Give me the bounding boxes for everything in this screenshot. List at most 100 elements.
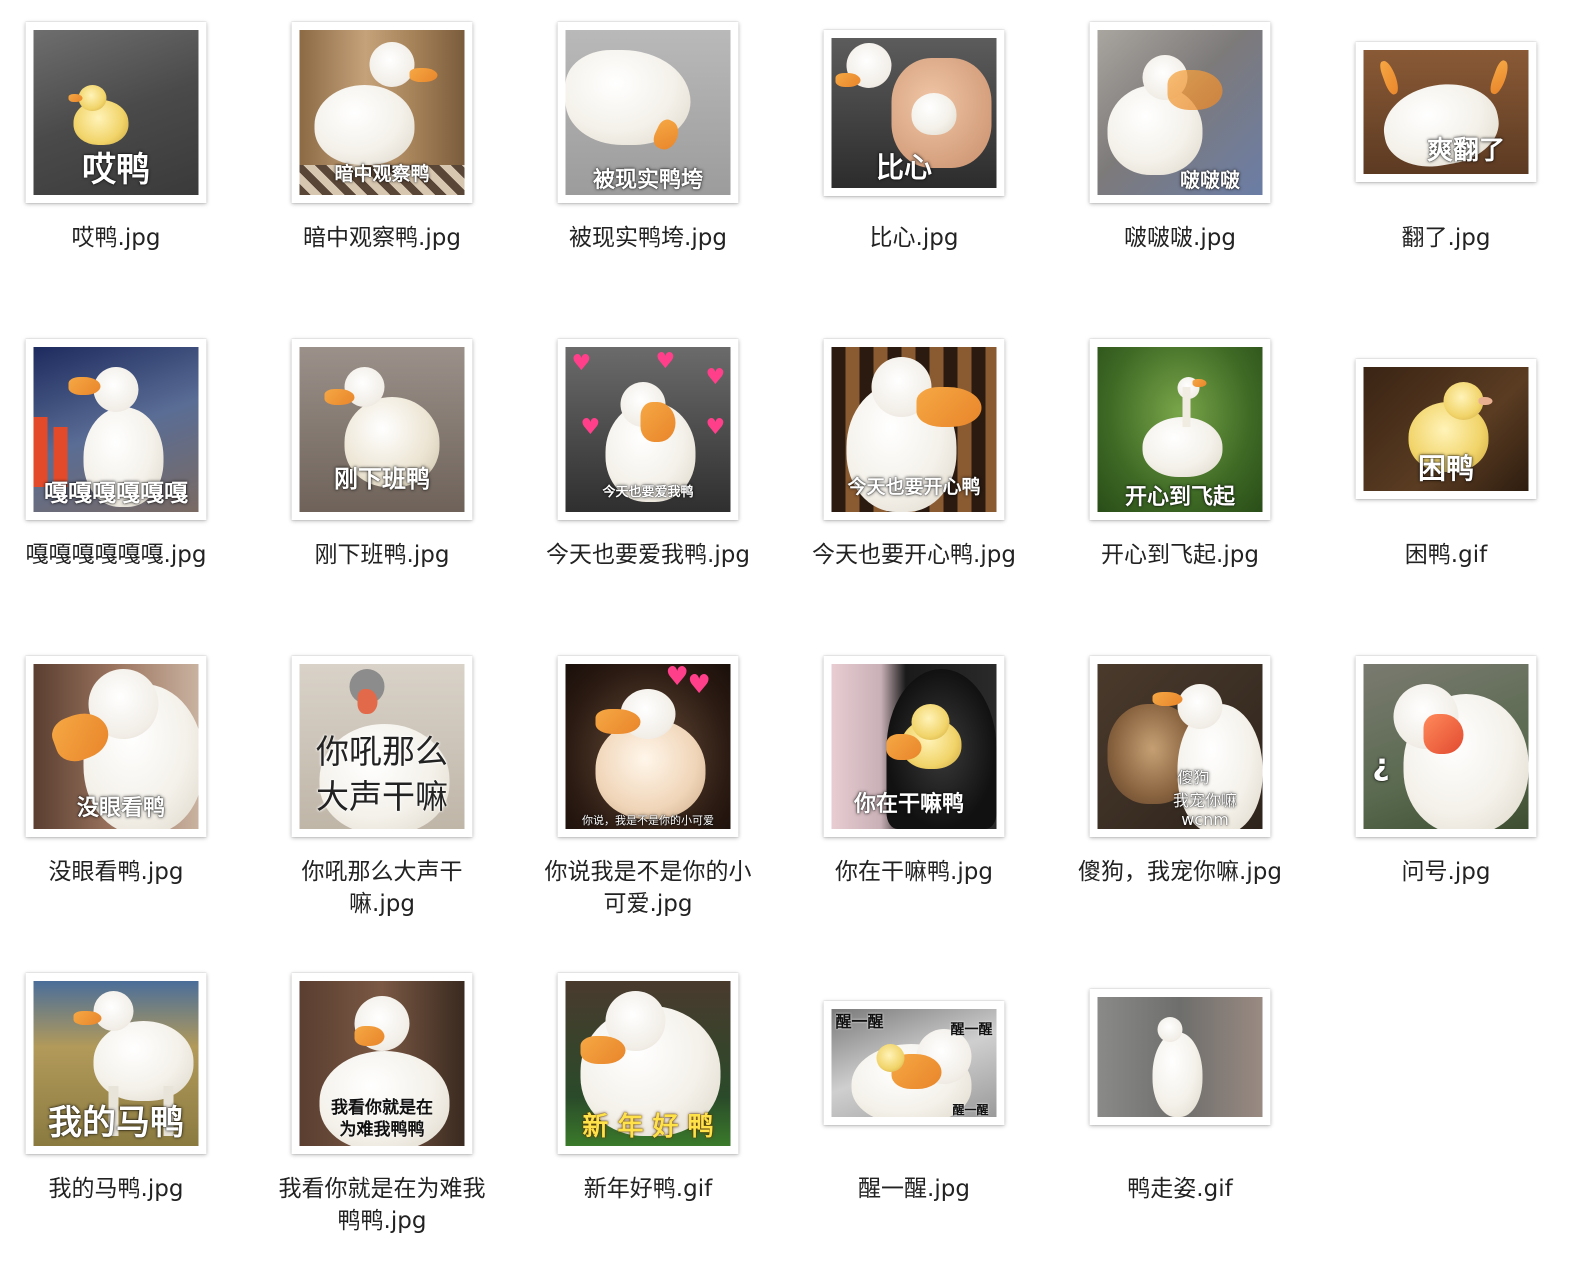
image-caption: 哎鸭	[82, 149, 150, 190]
file-thumbnail[interactable]: 开心到飞起	[1089, 339, 1271, 520]
file-name[interactable]: 我的马鸭.jpg	[0, 1173, 246, 1205]
image-caption: 你在干嘛鸭	[853, 791, 964, 817]
file-thumbnail[interactable]: ♥ ♥ ♥ ♥ ♥ 今天也要爱我鸭	[557, 339, 739, 520]
file-thumbnail[interactable]: 醒一醒 醒一醒 醒一醒	[823, 1001, 1005, 1125]
file-thumbnail[interactable]: 爽翻了	[1355, 42, 1537, 182]
file-item[interactable]: 新 年 好 鸭 新年好鸭.gif	[518, 965, 778, 1265]
image-caption: 比心	[875, 151, 932, 185]
file-thumbnail[interactable]: 今天也要开心鸭	[823, 339, 1005, 520]
file-item[interactable]: 嘎嘎嘎嘎嘎嘎 嘎嘎嘎嘎嘎嘎.jpg	[0, 331, 246, 631]
image-caption: 被现实鸭垮	[592, 167, 703, 193]
file-thumbnail[interactable]: 新 年 好 鸭	[557, 973, 739, 1154]
file-name[interactable]: 暗中观察鸭.jpg	[252, 222, 512, 254]
file-thumbnail[interactable]: 刚下班鸭	[291, 339, 473, 520]
file-item[interactable]: 困鸭 困鸭.gif	[1316, 331, 1576, 631]
file-name[interactable]: 问号.jpg	[1316, 856, 1576, 888]
file-item[interactable]: 你在干嘛鸭 你在干嘛鸭.jpg	[784, 648, 1044, 948]
file-thumbnail[interactable]: 你在干嘛鸭	[823, 656, 1005, 837]
file-thumbnail[interactable]: 哎鸭	[25, 22, 207, 203]
image-caption: 开心到飞起	[1124, 484, 1235, 510]
file-name[interactable]: 新年好鸭.gif	[518, 1173, 778, 1205]
file-item[interactable]: 鸭走姿.gif	[1050, 965, 1310, 1265]
image-caption: 今天也要爱我鸭	[602, 484, 694, 500]
file-thumbnail[interactable]: ¿	[1355, 656, 1537, 837]
file-thumbnail[interactable]: 我看你就是在 为难我鸭鸭	[291, 973, 473, 1154]
file-thumbnail[interactable]: 被现实鸭垮	[557, 22, 739, 203]
file-name[interactable]: 啵啵啵.jpg	[1050, 222, 1310, 254]
image-caption: 啵啵啵	[1180, 168, 1240, 192]
image-caption: ¿	[1372, 748, 1390, 783]
image-caption: 困鸭	[1417, 452, 1474, 486]
file-item[interactable]: ¿ 问号.jpg	[1316, 648, 1576, 948]
image-caption: 刚下班鸭	[334, 464, 430, 493]
file-name[interactable]: 今天也要开心鸭.jpg	[784, 539, 1044, 571]
file-thumbnail[interactable]: 比心	[823, 30, 1005, 196]
file-name[interactable]: 开心到飞起.jpg	[1050, 539, 1310, 571]
file-item[interactable]: 傻狗 我宠你嘛 wcnm 傻狗，我宠你嘛.jpg	[1050, 648, 1310, 948]
file-item[interactable]: 刚下班鸭 刚下班鸭.jpg	[252, 331, 512, 631]
file-thumbnail[interactable]: 你吼那么 大声干嘛	[291, 656, 473, 837]
file-name[interactable]: 翻了.jpg	[1316, 222, 1576, 254]
image-caption: 爽翻了	[1426, 136, 1505, 167]
file-name[interactable]: 刚下班鸭.jpg	[252, 539, 512, 571]
file-item[interactable]: 你吼那么 大声干嘛 你吼那么大声干 嘛.jpg	[252, 648, 512, 948]
file-item[interactable]: 啵啵啵 啵啵啵.jpg	[1050, 14, 1310, 314]
image-caption: 我看你就是在	[331, 1098, 433, 1118]
file-name[interactable]: 你吼那么大声干 嘛.jpg	[252, 856, 512, 920]
image-caption: 你吼那么	[316, 732, 448, 771]
file-item[interactable]: 我看你就是在 为难我鸭鸭 我看你就是在为难我 鸭鸭.jpg	[252, 965, 512, 1265]
file-item[interactable]: 开心到飞起 开心到飞起.jpg	[1050, 331, 1310, 631]
file-thumbnail[interactable]	[1089, 989, 1271, 1125]
file-name[interactable]: 嘎嘎嘎嘎嘎嘎.jpg	[0, 539, 246, 571]
file-item[interactable]: 今天也要开心鸭 今天也要开心鸭.jpg	[784, 331, 1044, 631]
file-item[interactable]: 哎鸭 哎鸭.jpg	[0, 14, 246, 314]
file-name[interactable]: 我看你就是在为难我 鸭鸭.jpg	[252, 1173, 512, 1237]
file-item[interactable]: 比心 比心.jpg	[784, 14, 1044, 314]
file-thumbnail[interactable]: 傻狗 我宠你嘛 wcnm	[1089, 656, 1271, 837]
file-grid: 哎鸭 哎鸭.jpg 暗中观察鸭 暗中观察鸭.jpg 被现实鸭垮 被现实鸭垮.jp…	[0, 0, 1592, 1269]
heart-icon: ♥	[665, 664, 689, 692]
image-caption: 今天也要开心鸭	[847, 476, 981, 499]
file-item[interactable]: 醒一醒 醒一醒 醒一醒 醒一醒.jpg	[784, 965, 1044, 1265]
image-caption: 嘎嘎嘎嘎嘎嘎	[44, 478, 188, 507]
heart-icon: ♥	[580, 415, 601, 440]
file-item[interactable]: 暗中观察鸭 暗中观察鸭.jpg	[252, 14, 512, 314]
heart-icon: ♥	[705, 415, 726, 440]
image-caption: 我宠你嘛	[1172, 791, 1237, 810]
heart-icon: ♥	[655, 349, 676, 374]
file-thumbnail[interactable]: 我的马鸭	[25, 973, 207, 1154]
file-name[interactable]: 鸭走姿.gif	[1050, 1173, 1310, 1205]
file-thumbnail[interactable]: ♥ ♥ 你说，我是不是你的小可爱	[557, 656, 739, 837]
file-thumbnail[interactable]: 没眼看鸭	[25, 656, 207, 837]
file-name[interactable]: 比心.jpg	[784, 222, 1044, 254]
image-caption: 我的马鸭	[48, 1102, 184, 1143]
heart-icon: ♥	[687, 670, 711, 700]
file-name[interactable]: 没眼看鸭.jpg	[0, 856, 246, 888]
file-name[interactable]: 今天也要爱我鸭.jpg	[518, 539, 778, 571]
file-name[interactable]: 傻狗，我宠你嘛.jpg	[1050, 856, 1310, 888]
file-name[interactable]: 哎鸭.jpg	[0, 222, 246, 254]
file-name[interactable]: 困鸭.gif	[1316, 539, 1576, 571]
file-thumbnail[interactable]: 嘎嘎嘎嘎嘎嘎	[25, 339, 207, 520]
file-thumbnail[interactable]: 啵啵啵	[1089, 22, 1271, 203]
file-item[interactable]: ♥ ♥ 你说，我是不是你的小可爱 你说我是不是你的小 可爱.jpg	[518, 648, 778, 948]
file-item[interactable]: ♥ ♥ ♥ ♥ ♥ 今天也要爱我鸭 今天也要爱我鸭.jpg	[518, 331, 778, 631]
image-caption: 没眼看鸭	[76, 795, 165, 821]
file-thumbnail[interactable]: 困鸭	[1355, 359, 1537, 499]
image-caption: 大声干嘛	[316, 777, 448, 816]
image-caption: 暗中观察鸭	[334, 163, 430, 186]
file-thumbnail[interactable]: 暗中观察鸭	[291, 22, 473, 203]
image-caption: 醒一醒	[835, 1012, 884, 1031]
heart-icon: ♥	[571, 351, 592, 376]
file-name[interactable]: 醒一醒.jpg	[784, 1173, 1044, 1205]
file-name[interactable]: 你在干嘛鸭.jpg	[784, 856, 1044, 888]
file-name[interactable]: 被现实鸭垮.jpg	[518, 222, 778, 254]
file-item[interactable]: 没眼看鸭 没眼看鸭.jpg	[0, 648, 246, 948]
image-caption: 醒一醒	[950, 1022, 993, 1038]
file-item[interactable]: 我的马鸭 我的马鸭.jpg	[0, 965, 246, 1265]
image-caption: 你说，我是不是你的小可爱	[582, 813, 714, 827]
file-item[interactable]: 爽翻了 翻了.jpg	[1316, 14, 1576, 314]
file-item[interactable]: 被现实鸭垮 被现实鸭垮.jpg	[518, 14, 778, 314]
file-name[interactable]: 你说我是不是你的小 可爱.jpg	[518, 856, 778, 920]
image-caption: wcnm	[1181, 810, 1229, 829]
